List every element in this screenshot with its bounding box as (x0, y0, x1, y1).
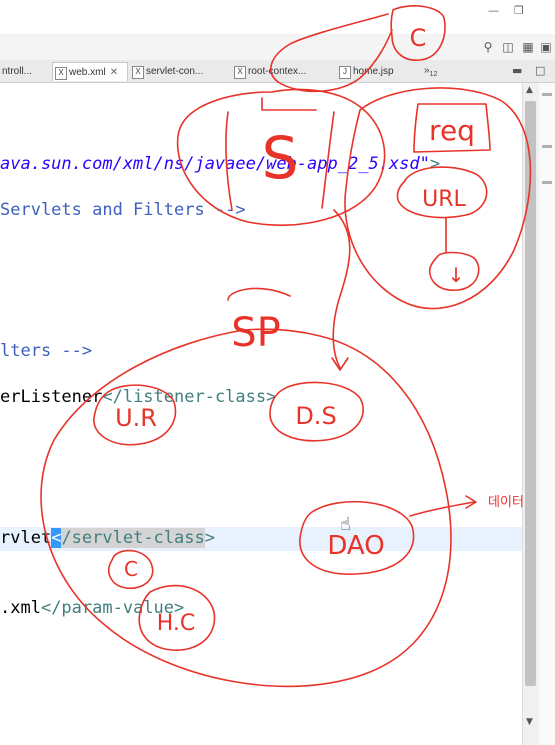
toolbar: ⚲ ◫ ▦ ▣ (0, 34, 555, 61)
scrollbar-thumb[interactable] (525, 101, 536, 686)
tab-overflow-button[interactable]: »12 (424, 65, 437, 78)
tab-label: servlet-con... (146, 66, 204, 77)
tab-label: home.jsp (353, 66, 394, 77)
selected-bracket: < (51, 528, 62, 548)
tab-controller[interactable]: ntroll... (0, 62, 50, 81)
xml-file-icon: X (234, 66, 246, 79)
tag-close: > (204, 528, 215, 548)
search-icon[interactable]: ⚲ (480, 39, 496, 55)
scroll-up-icon[interactable]: ▲ (526, 85, 533, 95)
tag-close: > (429, 154, 441, 174)
end-tag: </listener-class> (102, 387, 277, 407)
comment: Servlets and Filters --> (0, 200, 246, 220)
ruler-marker[interactable] (542, 93, 552, 96)
editor-tab-bar: ntroll... X web.xml ✕ X servlet-con... X … (0, 60, 555, 83)
tab-label: web.xml (69, 67, 106, 78)
overview-ruler[interactable] (539, 83, 555, 745)
class-name-text: rvlet (0, 528, 52, 548)
code-line: erListener</listener-class> (0, 386, 276, 408)
schema-location-value: ava.sun.com/xml/ns/javaee/web-app_2_5.xs… (0, 154, 430, 174)
tab-label: ntroll... (2, 66, 33, 77)
minimize-icon[interactable]: — (488, 4, 499, 17)
class-name-text: erListener (0, 387, 103, 407)
ruler-marker[interactable] (542, 145, 552, 148)
code-line: rvlet</servlet-class> (0, 527, 215, 549)
tab-web-xml[interactable]: X web.xml ✕ (52, 62, 128, 81)
code-line: ava.sun.com/xml/ns/javaee/web-app_2_5.xs… (0, 153, 440, 175)
xml-editor[interactable]: ava.sun.com/xml/ns/javaee/web-app_2_5.xs… (0, 83, 522, 745)
param-value-text: .xml (0, 598, 41, 618)
title-bar: — ❐ (0, 0, 555, 24)
java-perspective-icon[interactable]: ▣ (538, 39, 554, 55)
ruler-marker[interactable] (542, 181, 552, 184)
tab-label: root-contex... (248, 66, 307, 77)
comment: lters --> (0, 341, 93, 361)
tab-servlet-context[interactable]: X servlet-con... (130, 62, 226, 81)
tab-home-jsp[interactable]: J home.jsp (337, 62, 419, 81)
tab-root-context[interactable]: X root-contex... (232, 62, 332, 81)
tab-overflow-count: 12 (429, 71, 438, 78)
mouse-cursor: ☝ (340, 514, 351, 535)
close-icon[interactable]: ✕ (110, 67, 118, 78)
minimize-editor-icon[interactable]: ▬ (512, 64, 522, 77)
vertical-scrollbar[interactable]: ▲ ▼ (522, 83, 539, 745)
code-line: lters --> (0, 340, 92, 362)
scroll-down-icon[interactable]: ▼ (526, 717, 533, 727)
xml-file-icon: X (55, 67, 67, 80)
open-perspective-icon[interactable]: ◫ (500, 39, 516, 55)
end-tag: /servlet-class (61, 528, 205, 548)
end-tag: </param-value> (40, 598, 185, 618)
maximize-editor-icon[interactable]: □ (535, 64, 545, 77)
jsp-file-icon: J (339, 66, 351, 79)
restore-icon[interactable]: ❐ (514, 4, 524, 17)
code-line: Servlets and Filters --> (0, 199, 246, 221)
xml-file-icon: X (132, 66, 144, 79)
java-ee-perspective-icon[interactable]: ▦ (520, 39, 536, 55)
code-line: .xml</param-value> (0, 597, 184, 619)
